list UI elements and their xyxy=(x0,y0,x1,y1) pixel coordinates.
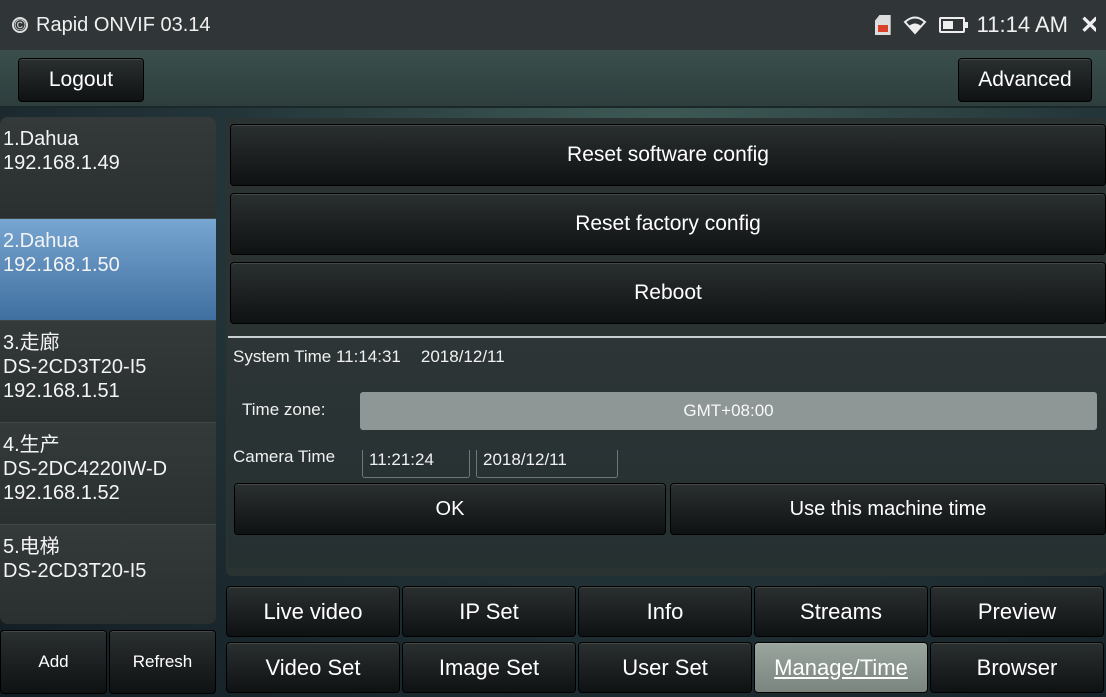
tab-image-set[interactable]: Image Set xyxy=(402,642,576,693)
device-model: DS-2DC4220IW-D xyxy=(3,458,168,480)
tab-live-video[interactable]: Live video xyxy=(226,586,400,637)
close-icon[interactable]: ✕ xyxy=(1080,11,1096,40)
top-toolbar: Logout Advanced xyxy=(0,50,1106,108)
tab-browser[interactable]: Browser xyxy=(930,642,1104,693)
camera-time-label: Camera Time xyxy=(233,447,336,466)
app-title: Rapid ONVIF 03.14 xyxy=(36,13,211,36)
device-list[interactable]: 1.Dahua 192.168.1.49 2.Dahua 192.168.1.5… xyxy=(0,117,216,624)
tab-user-set[interactable]: User Set xyxy=(578,642,752,693)
tab-manage-time[interactable]: Manage/Time xyxy=(754,642,928,693)
advanced-button[interactable]: Advanced xyxy=(958,58,1092,102)
tab-info[interactable]: Info xyxy=(578,586,752,637)
system-date: 2018/12/11 xyxy=(420,347,505,366)
battery-icon xyxy=(938,17,968,33)
device-item-3[interactable]: 3.走廊 DS-2CD3T20-I5 192.168.1.51 xyxy=(0,321,216,423)
tab-preview[interactable]: Preview xyxy=(930,586,1104,637)
app-window: © Rapid ONVIF 03.14 11:14 AM ✕ Logout Ad… xyxy=(0,0,1106,697)
camera-time-field[interactable]: 11:21:24 xyxy=(362,450,470,478)
device-name: 5.电梯 xyxy=(3,536,60,558)
logout-button[interactable]: Logout xyxy=(18,58,144,102)
status-bar: © Rapid ONVIF 03.14 11:14 AM ✕ xyxy=(0,0,1106,50)
camera-date-field[interactable]: 2018/12/11 xyxy=(476,450,618,478)
system-time-label: System Time 11:14:31 xyxy=(233,347,401,366)
copyright-icon: © xyxy=(12,17,28,33)
device-item-1[interactable]: 1.Dahua 192.168.1.49 xyxy=(0,117,216,219)
timezone-select[interactable]: GMT+08:00 xyxy=(360,392,1097,430)
device-ip: 192.168.1.50 xyxy=(3,254,120,276)
device-name: 3.走廊 xyxy=(3,332,60,354)
tab-streams[interactable]: Streams xyxy=(754,586,928,637)
tab-video-set[interactable]: Video Set xyxy=(226,642,400,693)
device-model: DS-2CD3T20-I5 xyxy=(3,356,147,378)
device-ip: 192.168.1.51 xyxy=(3,380,120,402)
ok-button[interactable]: OK xyxy=(234,483,666,535)
list-actions: Add Refresh xyxy=(0,630,216,694)
add-button[interactable]: Add xyxy=(0,630,107,694)
wifi-icon xyxy=(903,16,927,35)
device-ip: 192.168.1.49 xyxy=(3,152,120,174)
device-item-2[interactable]: 2.Dahua 192.168.1.50 xyxy=(0,219,216,321)
device-ip: 192.168.1.52 xyxy=(3,482,120,504)
device-name: 2.Dahua xyxy=(3,230,79,252)
use-machine-time-button[interactable]: Use this machine time xyxy=(670,483,1106,535)
clock: 11:14 AM xyxy=(976,12,1068,37)
system-time: System Time 11:14:31 2018/12/11 xyxy=(233,347,525,367)
reboot-button[interactable]: Reboot xyxy=(230,262,1106,324)
device-model: DS-2CD3T20-I5 xyxy=(3,560,147,582)
reset-software-config-button[interactable]: Reset software config xyxy=(230,124,1106,186)
timezone-label: Time zone: xyxy=(242,400,326,419)
device-item-4[interactable]: 4.生产 DS-2DC4220IW-D 192.168.1.52 xyxy=(0,423,216,525)
device-name: 1.Dahua xyxy=(3,128,79,150)
tab-ip-set[interactable]: IP Set xyxy=(402,586,576,637)
device-name: 4.生产 xyxy=(3,434,60,456)
status-icons: 11:14 AM ✕ xyxy=(874,11,1106,40)
reset-factory-config-button[interactable]: Reset factory config xyxy=(230,193,1106,255)
device-item-5[interactable]: 5.电梯 DS-2CD3T20-I5 xyxy=(0,525,216,624)
tab-bar: Live video IP Set Info Streams Preview V… xyxy=(226,586,1106,697)
refresh-button[interactable]: Refresh xyxy=(109,630,216,694)
sd-card-icon xyxy=(874,15,891,35)
